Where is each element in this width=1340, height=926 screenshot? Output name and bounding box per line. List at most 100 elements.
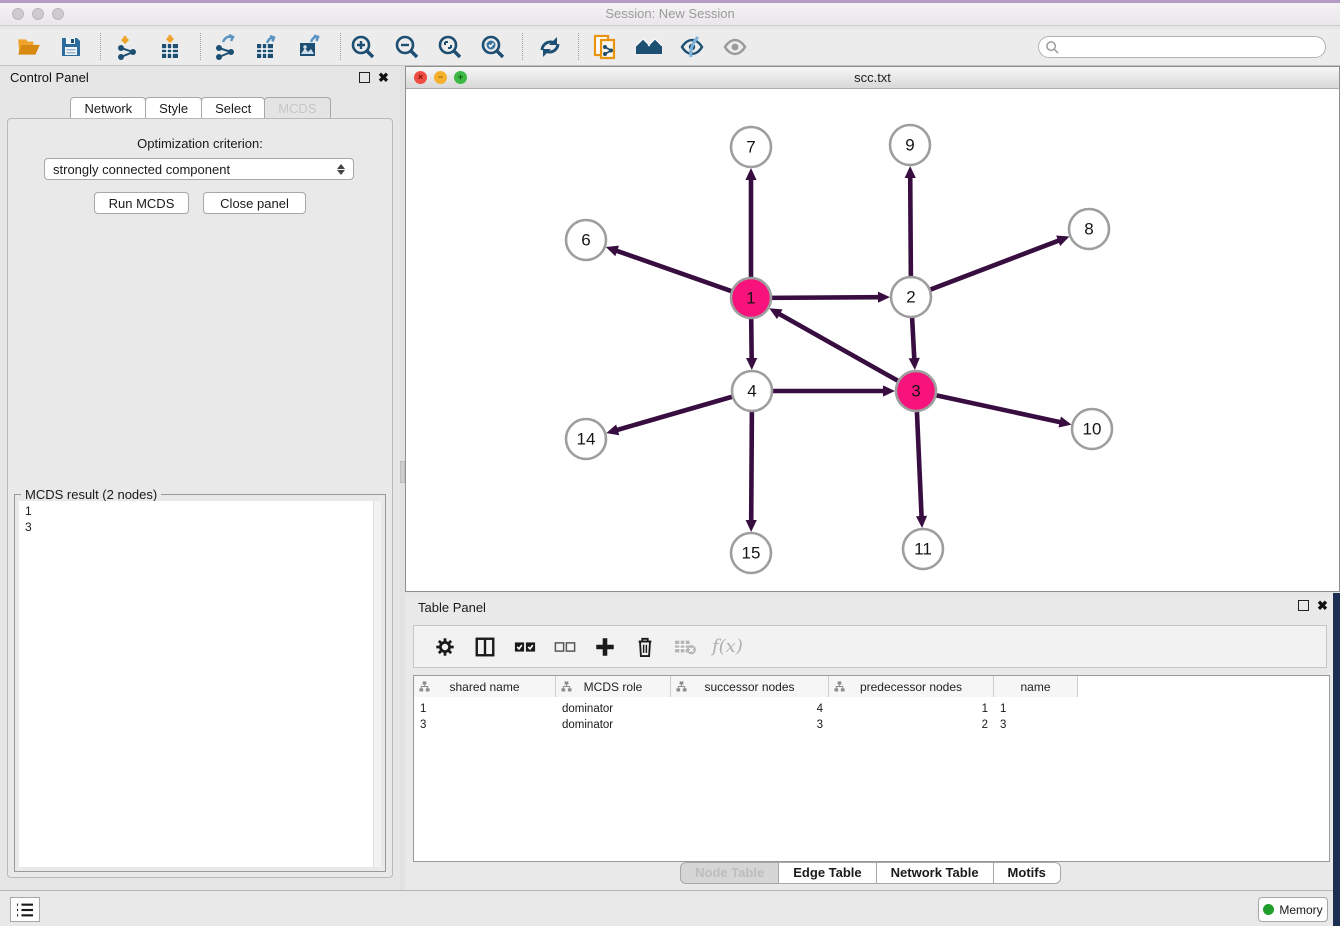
optimization-criterion-label: Optimization criterion: — [0, 136, 400, 151]
run-mcds-button[interactable]: Run MCDS — [94, 192, 189, 214]
traffic-lights[interactable] — [12, 8, 72, 23]
toolbar-separator — [522, 33, 523, 60]
column-header-label: successor nodes — [704, 680, 794, 694]
table-cell[interactable]: 3 — [671, 717, 829, 733]
close-panel-button[interactable]: Close panel — [203, 192, 306, 214]
table-cell[interactable]: dominator — [556, 701, 671, 717]
search-icon — [1045, 40, 1060, 55]
table-cell[interactable]: 1 — [994, 701, 1078, 717]
column-header-successor-nodes[interactable]: successor nodes — [671, 676, 829, 697]
tab-style[interactable]: Style — [145, 97, 202, 120]
create-column-icon[interactable] — [592, 634, 618, 660]
column-header-shared-name[interactable]: shared name — [414, 676, 556, 697]
table-cell[interactable]: 4 — [671, 701, 829, 717]
column-header-label: shared name — [449, 680, 519, 694]
mcds-result-textarea[interactable]: 13 — [19, 501, 373, 867]
clone-network-icon[interactable] — [590, 32, 620, 62]
table-cell[interactable]: dominator — [556, 717, 671, 733]
graph-edge-2-9[interactable] — [910, 176, 911, 279]
tab-edge-table[interactable]: Edge Table — [778, 862, 876, 884]
graph-node-label: 3 — [911, 382, 920, 401]
column-header-name[interactable]: name — [994, 676, 1078, 697]
table-cell[interactable]: 1 — [829, 701, 994, 717]
tab-motifs[interactable]: Motifs — [993, 862, 1061, 884]
zoom-out-icon[interactable] — [392, 32, 422, 62]
float-table-panel-icon[interactable] — [1298, 600, 1309, 611]
show-columns-icon[interactable] — [472, 634, 498, 660]
import-table-icon[interactable] — [155, 32, 185, 62]
unselect-all-columns-icon[interactable] — [552, 634, 578, 660]
graph-edge-1-2[interactable] — [769, 297, 880, 298]
graph-edge-4-14[interactable] — [616, 396, 735, 430]
close-panel-icon[interactable]: ✖ — [378, 72, 389, 83]
network-window-titlebar[interactable]: × − + scc.txt — [406, 67, 1339, 89]
graph-edge-3-10[interactable] — [934, 395, 1062, 423]
export-network-icon[interactable] — [210, 32, 240, 62]
table-toolbar: f(x) — [413, 625, 1327, 668]
tab-select[interactable]: Select — [201, 97, 265, 120]
table-row[interactable]: 3dominator323 — [414, 717, 1078, 733]
export-image-icon[interactable] — [295, 32, 325, 62]
optimization-criterion-select[interactable]: strongly connected component — [44, 158, 354, 180]
network-canvas[interactable]: 7968124314101511 — [406, 89, 1339, 591]
graph-edge-2-8[interactable] — [928, 240, 1060, 291]
column-header-label: name — [1020, 680, 1050, 694]
home-view-icon[interactable] — [634, 32, 664, 62]
zoom-selected-icon[interactable] — [478, 32, 508, 62]
table-cell[interactable]: 1 — [414, 701, 556, 717]
graph-edge-4-15[interactable] — [751, 409, 752, 522]
table-settings-icon[interactable] — [432, 634, 458, 660]
open-session-icon[interactable] — [14, 32, 44, 62]
hide-selected-icon[interactable] — [677, 32, 707, 62]
application-window: Session: New Session — [0, 0, 1340, 926]
toolbar-separator — [340, 33, 341, 60]
close-window-icon[interactable] — [12, 8, 24, 20]
tab-network[interactable]: Network — [70, 97, 146, 120]
shared-column-icon — [834, 681, 845, 692]
search-field[interactable] — [1038, 36, 1326, 58]
apply-layout-icon[interactable] — [535, 32, 565, 62]
shared-column-icon — [419, 681, 430, 692]
mcds-result-scrollbar[interactable] — [373, 501, 381, 867]
shared-column-icon — [561, 681, 572, 692]
graph-edge-1-6[interactable] — [615, 250, 734, 292]
toolbar-separator — [100, 33, 101, 60]
float-panel-icon[interactable] — [359, 72, 370, 83]
zoom-in-icon[interactable] — [348, 32, 378, 62]
table-cell[interactable]: 3 — [994, 717, 1078, 733]
graph-edge-arrowhead — [745, 168, 756, 180]
graph-edge-arrowhead — [606, 246, 619, 257]
column-header-predecessor-nodes[interactable]: predecessor nodes — [829, 676, 994, 697]
select-all-columns-icon[interactable] — [512, 634, 538, 660]
graph-node-label: 6 — [581, 231, 590, 250]
graph-edge-arrowhead — [746, 520, 757, 532]
delete-table-icon[interactable] — [672, 634, 698, 660]
zoom-window-icon[interactable] — [52, 8, 64, 20]
list-icon — [16, 902, 34, 918]
zoom-fit-icon[interactable] — [435, 32, 465, 62]
minimize-window-icon[interactable] — [32, 8, 44, 20]
graph-edge-2-3[interactable] — [912, 315, 914, 360]
search-input[interactable] — [1060, 40, 1325, 54]
tab-mcds[interactable]: MCDS — [264, 97, 330, 120]
table-row[interactable]: 1dominator411 — [414, 701, 1078, 717]
table-cell[interactable]: 3 — [414, 717, 556, 733]
graph-edge-3-11[interactable] — [917, 409, 922, 518]
memory-button[interactable]: Memory — [1258, 897, 1328, 922]
column-header-mcds-role[interactable]: MCDS role — [556, 676, 671, 697]
function-builder-icon[interactable]: f(x) — [712, 636, 743, 657]
close-table-panel-icon[interactable]: ✖ — [1317, 600, 1328, 611]
graph-edge-arrowhead — [916, 516, 927, 528]
graph-edge-3-1[interactable] — [778, 313, 900, 382]
table-panel-title: Table Panel — [418, 600, 486, 615]
task-history-button[interactable] — [10, 897, 40, 922]
show-all-icon[interactable] — [720, 32, 750, 62]
save-session-icon[interactable] — [56, 32, 86, 62]
toolbar-separator — [200, 33, 201, 60]
delete-columns-icon[interactable] — [632, 634, 658, 660]
import-network-icon[interactable] — [112, 32, 142, 62]
tab-network-table[interactable]: Network Table — [876, 862, 994, 884]
tab-node-table[interactable]: Node Table — [680, 862, 779, 884]
table-cell[interactable]: 2 — [829, 717, 994, 733]
export-table-icon[interactable] — [252, 32, 282, 62]
